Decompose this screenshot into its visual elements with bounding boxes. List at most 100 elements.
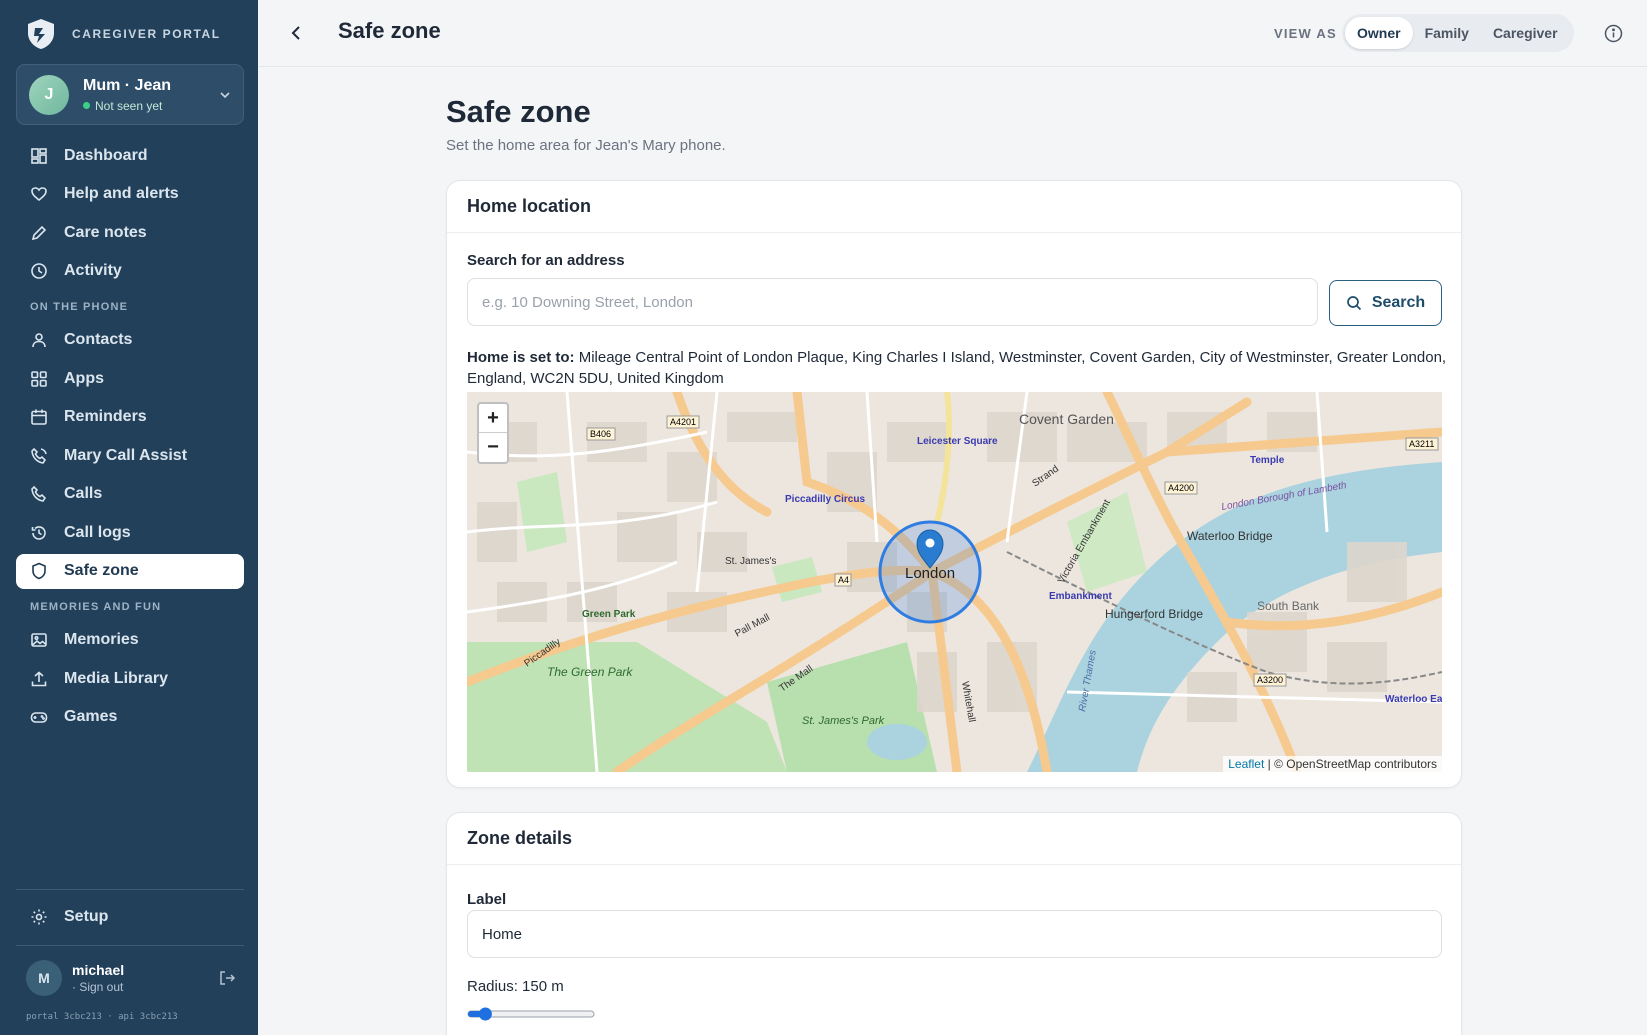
user-row: M michael · Sign out xyxy=(26,960,236,996)
dashboard-icon xyxy=(31,147,47,164)
search-label: Search for an address xyxy=(467,252,625,269)
radius-slider[interactable] xyxy=(467,1007,595,1021)
user-avatar: M xyxy=(26,960,62,996)
sidebar: CAREGIVER PORTAL J Mum · Jean Not seen y… xyxy=(0,0,258,1035)
page-subtitle: Set the home area for Jean's Mary phone. xyxy=(446,137,726,154)
sidebar-item-reminders[interactable]: Reminders xyxy=(16,400,244,435)
sidebar-item-apps[interactable]: Apps xyxy=(16,361,244,396)
divider xyxy=(16,889,244,890)
shield-icon xyxy=(32,562,46,580)
brand: CAREGIVER PORTAL xyxy=(26,18,221,50)
sidebar-item-care-notes[interactable]: Care notes xyxy=(16,215,244,250)
search-button[interactable]: Search xyxy=(1329,280,1442,326)
map-label-temple: Temple xyxy=(1250,455,1285,466)
zoom-in-button[interactable]: + xyxy=(479,404,507,433)
shield-logo-icon xyxy=(28,19,54,49)
sidebar-item-contacts[interactable]: Contacts xyxy=(16,323,244,358)
sidebar-item-safe-zone[interactable]: Safe zone xyxy=(16,553,244,589)
map-label-green-park: Green Park xyxy=(582,609,636,620)
search-icon xyxy=(1346,296,1361,311)
map-label-embankment: Embankment xyxy=(1049,591,1112,602)
leaflet-link[interactable]: Leaflet xyxy=(1228,757,1264,771)
card-heading: Zone details xyxy=(447,813,1461,865)
image-icon xyxy=(31,633,47,647)
map-label-covent-garden: Covent Garden xyxy=(1019,411,1114,427)
role-switcher: Owner Family Caregiver xyxy=(1342,14,1574,52)
label-field-label: Label xyxy=(467,891,507,908)
road-shield-a3211: A3211 xyxy=(1409,439,1434,449)
phone-assist-icon xyxy=(31,447,47,464)
radius-label: Radius: 150 m xyxy=(467,978,564,995)
sidebar-item-help-alerts[interactable]: Help and alerts xyxy=(16,177,244,212)
road-shield-a4200: A4200 xyxy=(1168,483,1194,493)
divider xyxy=(16,945,244,946)
role-family-button[interactable]: Family xyxy=(1413,17,1481,49)
phone-icon xyxy=(31,485,47,502)
info-icon[interactable] xyxy=(1604,24,1623,43)
sidebar-item-games[interactable]: Games xyxy=(16,700,244,735)
avatar: J xyxy=(29,74,69,115)
sidebar-item-memories[interactable]: Memories xyxy=(16,623,244,658)
view-as-label: VIEW AS xyxy=(1274,26,1337,41)
sidebar-item-dashboard[interactable]: Dashboard xyxy=(16,138,244,173)
map-label-the-green-park: The Green Park xyxy=(547,665,633,679)
page-title: Safe zone xyxy=(446,94,591,129)
road-shield-b406: B406 xyxy=(590,429,611,439)
history-icon xyxy=(31,525,46,540)
top-bar: Safe zone VIEW AS Owner Family Caregiver xyxy=(258,0,1647,67)
map-label-waterloo-east: Waterloo East xyxy=(1385,694,1442,705)
card-heading: Home location xyxy=(447,181,1461,233)
zoom-control: + − xyxy=(477,402,509,464)
role-caregiver-button[interactable]: Caregiver xyxy=(1481,17,1570,49)
road-shield-a3200: A3200 xyxy=(1257,675,1283,685)
map-label-hungerford-bridge: Hungerford Bridge xyxy=(1105,607,1203,621)
map-label-waterloo-bridge: Waterloo Bridge xyxy=(1187,529,1273,543)
role-owner-button[interactable]: Owner xyxy=(1345,17,1413,49)
home-address-text: Home is set to: Mileage Central Point of… xyxy=(467,349,1447,387)
upload-icon xyxy=(31,670,47,686)
zone-details-card: Zone details Label Radius: 150 m xyxy=(446,812,1462,1035)
label-input[interactable] xyxy=(467,910,1442,958)
sidebar-item-calls[interactable]: Calls xyxy=(16,477,244,512)
heart-icon xyxy=(31,187,47,202)
map-label-leicester-square: Leicester Square xyxy=(917,436,998,447)
person-icon xyxy=(32,333,46,348)
chevron-left-icon[interactable] xyxy=(288,24,306,42)
gamepad-icon xyxy=(30,712,48,723)
version-text: portal 3cbc213 · api 3cbc213 xyxy=(26,1012,178,1022)
map[interactable]: London Covent Garden Piccadilly Circus L… xyxy=(467,392,1442,772)
profile-switcher[interactable]: J Mum · Jean Not seen yet xyxy=(16,64,244,125)
calendar-icon xyxy=(31,409,47,425)
nav-section-phone: ON THE PHONE xyxy=(30,300,129,313)
user-name: michael xyxy=(72,962,125,978)
status-dot-icon xyxy=(83,102,90,109)
map-label-south-bank: South Bank xyxy=(1257,599,1320,613)
pencil-icon xyxy=(31,225,47,240)
sign-out-link[interactable]: · Sign out xyxy=(72,980,218,994)
chevron-down-icon xyxy=(220,91,230,98)
map-label-st-jamess-park: St. James's Park xyxy=(802,715,885,727)
road-shield-a4201: A4201 xyxy=(670,417,696,427)
sidebar-item-activity[interactable]: Activity xyxy=(16,254,244,289)
sidebar-item-mary-call-assist[interactable]: Mary Call Assist xyxy=(16,438,244,473)
map-label-st-jamess: St. James's xyxy=(725,556,776,567)
apps-grid-icon xyxy=(31,370,47,387)
sidebar-item-media-library[interactable]: Media Library xyxy=(16,661,244,696)
address-search-input[interactable] xyxy=(467,278,1318,326)
map-label-london: London xyxy=(905,565,955,582)
profile-name: Mum · Jean xyxy=(83,76,172,94)
profile-status: Not seen yet xyxy=(83,99,219,113)
sidebar-item-setup[interactable]: Setup xyxy=(16,899,244,934)
zoom-out-button[interactable]: − xyxy=(479,433,507,462)
map-label-piccadilly-circus: Piccadilly Circus xyxy=(785,494,865,505)
gear-icon xyxy=(31,909,47,924)
road-shield-a4: A4 xyxy=(838,575,849,585)
setup-area: Setup xyxy=(16,899,244,938)
sidebar-item-call-logs[interactable]: Call logs xyxy=(16,515,244,550)
logout-icon[interactable] xyxy=(218,969,236,987)
brand-text: CAREGIVER PORTAL xyxy=(72,27,221,41)
map-attribution: Leaflet | © OpenStreetMap contributors xyxy=(1223,756,1442,772)
nav-section-memories: MEMORIES AND FUN xyxy=(30,600,162,613)
home-location-card: Home location Search for an address Sear… xyxy=(446,180,1462,788)
clock-icon xyxy=(31,263,47,279)
